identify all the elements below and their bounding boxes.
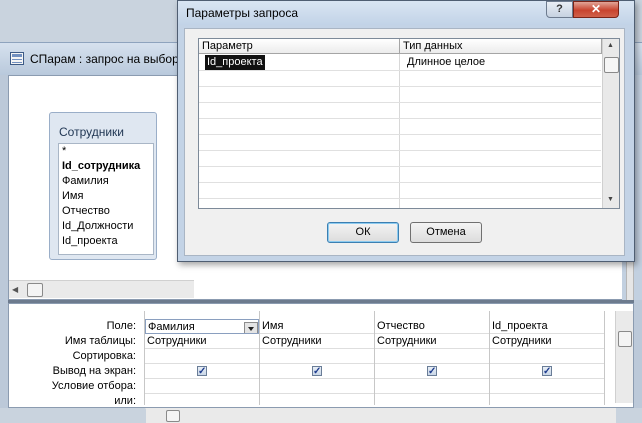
parameter-type-cell[interactable]: Длинное целое (404, 55, 485, 70)
scrollbar-thumb[interactable] (27, 283, 43, 297)
show-checkbox[interactable] (427, 364, 437, 378)
scrollbar-thumb[interactable] (604, 57, 619, 73)
field-list-item[interactable]: Отчество (59, 204, 153, 219)
grid-horizontal-scrollbar[interactable] (146, 408, 616, 423)
field-list-item[interactable]: Имя (59, 189, 153, 204)
design-grid: Поле: Имя таблицы: Сортировка: Вывод на … (8, 303, 634, 423)
grid-column: Отчество Сотрудники (374, 311, 490, 409)
grid-field-value: Фамилия (148, 321, 195, 333)
row-label-sort: Сортировка: (72, 350, 136, 362)
grid-field-cell[interactable]: Id_проекта (490, 319, 604, 334)
parameters-grid: Параметр Тип данных Id_проекта Длинное ц… (198, 38, 620, 209)
grid-criteria-cell[interactable] (145, 379, 259, 394)
row-divider (199, 102, 601, 103)
grid-field-cell[interactable]: Имя (260, 319, 374, 334)
grid-sort-cell[interactable] (490, 349, 604, 364)
query-icon (10, 52, 24, 65)
show-checkbox[interactable] (542, 364, 552, 378)
table-field-list-box[interactable]: Сотрудники * Id_сотрудника Фамилия Имя О… (49, 112, 157, 260)
grid-show-cell[interactable] (375, 364, 489, 379)
field-list-item-key[interactable]: Id_сотрудника (59, 159, 153, 174)
row-label-show: Вывод на экран: (52, 365, 136, 377)
show-checkbox[interactable] (312, 364, 322, 378)
field-list-item[interactable]: Id_Должности (59, 219, 153, 234)
header-data-type[interactable]: Тип данных (400, 39, 602, 54)
grid-sort-cell[interactable] (260, 349, 374, 364)
dialog-title: Параметры запроса (186, 6, 298, 20)
close-button[interactable]: ✕ (573, 1, 619, 18)
column-divider (399, 54, 400, 208)
grid-column: Id_проекта Сотрудники (489, 311, 605, 409)
parameter-name-cell[interactable]: Id_проекта (205, 55, 265, 70)
dropdown-arrow-icon[interactable] (244, 322, 258, 333)
row-divider (199, 150, 601, 151)
grid-table-cell[interactable]: Сотрудники (145, 334, 259, 349)
help-button[interactable]: ? (546, 1, 573, 18)
field-list-item[interactable]: * (59, 144, 153, 159)
scroll-left-arrow-icon[interactable]: ◀ (12, 285, 18, 294)
scrollbar-thumb[interactable] (166, 410, 180, 422)
grid-column: Имя Сотрудники (259, 311, 375, 409)
grid-column: Фамилия Сотрудники (144, 311, 260, 409)
table-box-title: Сотрудники (59, 125, 124, 139)
grid-table-cell[interactable]: Сотрудники (375, 334, 489, 349)
dialog-body: Параметр Тип данных Id_проекта Длинное ц… (184, 28, 625, 256)
row-label-field: Поле: (106, 320, 136, 332)
row-divider (199, 182, 601, 183)
grid-criteria-cell[interactable] (490, 379, 604, 394)
dialog-titlebar[interactable]: Параметры запроса ? ✕ (178, 1, 634, 25)
field-list[interactable]: * Id_сотрудника Фамилия Имя Отчество Id_… (58, 143, 154, 255)
row-label-criteria: Условие отбора: (51, 380, 136, 392)
grid-field-cell[interactable]: Фамилия (145, 319, 259, 334)
row-divider (199, 70, 601, 71)
scroll-up-arrow-icon[interactable]: ▲ (607, 42, 614, 49)
query-parameters-dialog: Параметры запроса ? ✕ Параметр Тип данны… (177, 0, 635, 262)
grid-table-cell[interactable]: Сотрудники (260, 334, 374, 349)
grid-table-cell[interactable]: Сотрудники (490, 334, 604, 349)
grid-show-cell[interactable] (490, 364, 604, 379)
scrollbar-thumb[interactable] (618, 331, 632, 347)
grid-criteria-cell[interactable] (375, 379, 489, 394)
header-parameter[interactable]: Параметр (199, 39, 400, 54)
row-divider (199, 134, 601, 135)
grid-field-cell[interactable]: Отчество (375, 319, 489, 334)
show-checkbox[interactable] (197, 364, 207, 378)
field-list-item[interactable]: Id_проекта (59, 234, 153, 249)
grid-criteria-cell[interactable] (260, 379, 374, 394)
cancel-button[interactable]: Отмена (410, 222, 482, 243)
field-list-item[interactable]: Фамилия (59, 174, 153, 189)
row-divider (199, 86, 601, 87)
ok-button[interactable]: ОК (327, 222, 399, 243)
table-pane-horizontal-scrollbar[interactable]: ◀ (9, 280, 194, 298)
row-divider (199, 198, 601, 199)
grid-show-cell[interactable] (260, 364, 374, 379)
query-window-title: СПарам : запрос на выбор (30, 52, 179, 66)
grid-show-cell[interactable] (145, 364, 259, 379)
scroll-down-arrow-icon[interactable]: ▼ (607, 196, 614, 203)
parameters-vertical-scrollbar[interactable]: ▲ ▼ (602, 39, 619, 208)
grid-vertical-scrollbar[interactable] (615, 311, 633, 403)
row-divider (199, 118, 601, 119)
grid-sort-cell[interactable] (145, 349, 259, 364)
grid-sort-cell[interactable] (375, 349, 489, 364)
row-label-table: Имя таблицы: (64, 335, 136, 347)
row-divider (199, 166, 601, 167)
